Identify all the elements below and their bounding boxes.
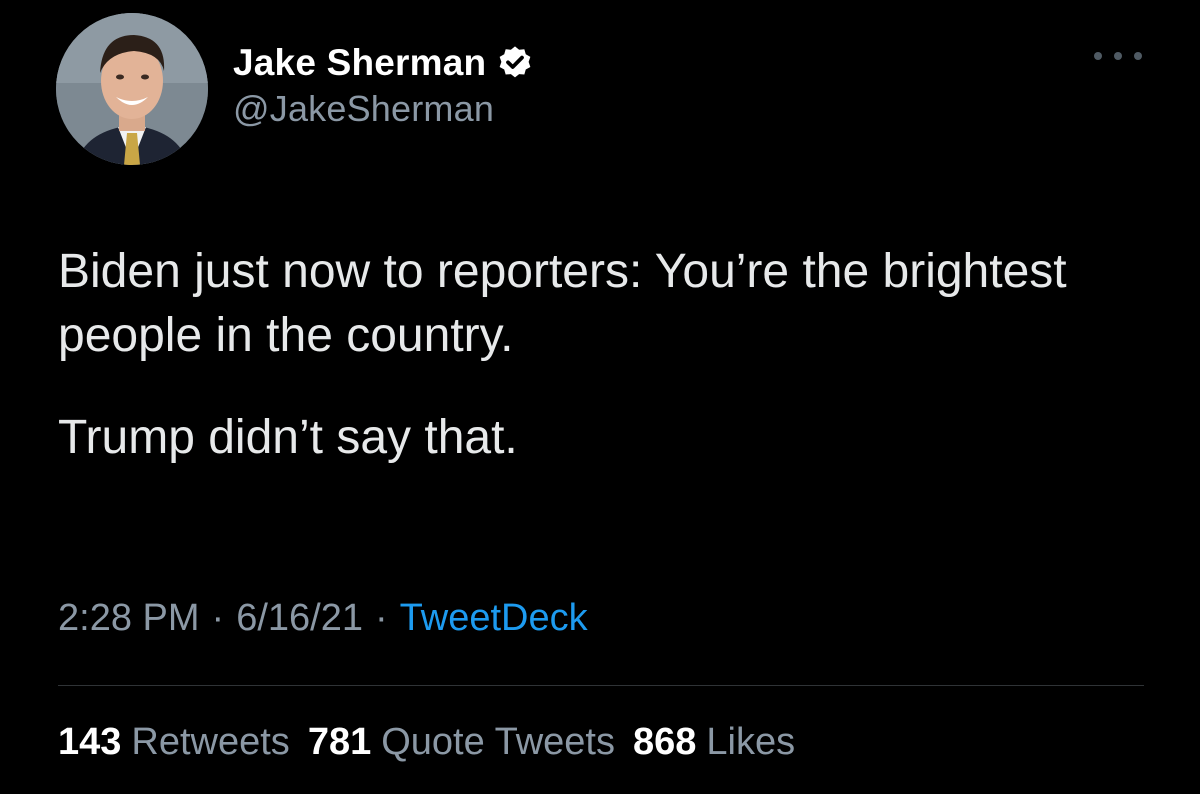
quote-tweets-count: 781 [307,721,372,763]
tweet-time[interactable]: 2:28 PM [58,597,200,639]
more-options-icon [1134,52,1142,60]
tweet-stats: 143 Retweets 781 Quote Tweets 868 Likes [58,721,813,764]
tweet-text: Biden just now to reporters: You’re the … [58,240,1158,470]
quote-tweets-label: Quote Tweets [381,721,615,763]
tweet-paragraph: Trump didn’t say that. [58,411,518,464]
meta-separator: · [211,597,225,639]
likes-label: Likes [706,721,796,763]
tweet-detail: Jake Sherman @JakeSherman Biden just now… [0,0,1200,794]
likes-count: 868 [633,721,697,763]
tweet-source-link[interactable]: TweetDeck [400,597,588,639]
retweets-count: 143 [58,721,122,763]
retweets-stat[interactable]: 143 Retweets [58,721,290,764]
tweet-paragraph: Biden just now to reporters: You’re the … [58,245,1067,362]
author-handle[interactable]: @JakeSherman [233,88,534,130]
quote-tweets-stat[interactable]: 781 Quote Tweets [308,721,615,764]
author-info: Jake Sherman @JakeSherman [233,40,534,130]
avatar[interactable] [56,13,208,165]
avatar-photo [56,13,208,165]
author-display-name[interactable]: Jake Sherman [233,42,486,84]
retweets-label: Retweets [131,721,290,763]
more-options-icon [1094,52,1102,60]
more-options-icon [1114,52,1122,60]
meta-separator: · [374,597,388,639]
verified-badge-icon [496,44,534,82]
tweet-meta: 2:28 PM · 6/16/21 · TweetDeck [58,597,588,640]
author-name-row: Jake Sherman [233,40,534,86]
more-options-button[interactable] [1094,42,1142,70]
tweet-date[interactable]: 6/16/21 [236,597,363,639]
likes-stat[interactable]: 868 Likes [633,721,795,764]
divider [58,685,1144,686]
